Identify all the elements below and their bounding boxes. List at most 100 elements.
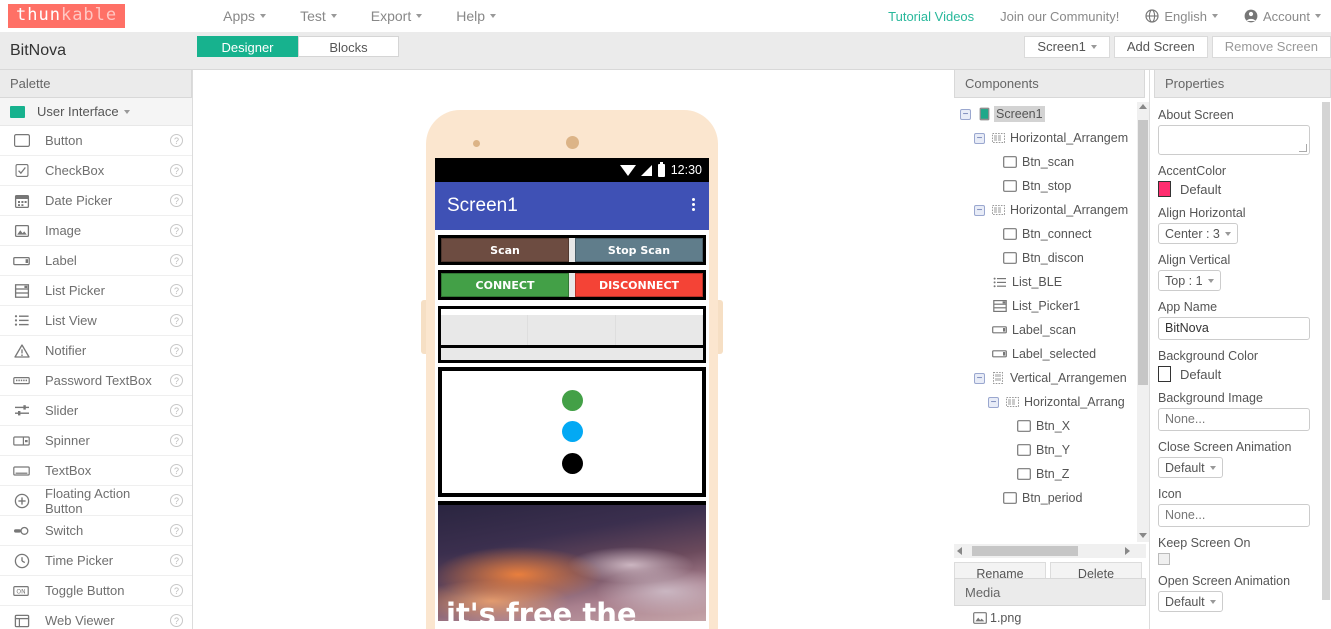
expander-icon[interactable]: − [988, 396, 999, 408]
menu-export[interactable]: Export [371, 8, 423, 24]
tree-item-btn-discon[interactable]: Btn_discon [954, 246, 1146, 270]
language-selector[interactable]: English [1145, 9, 1219, 24]
horizontal-arrangement-2[interactable]: CONNECT DISCONNECT [438, 270, 706, 300]
icon-input[interactable]: None... [1158, 504, 1310, 527]
tree-item-screen1[interactable]: − Screen1 [954, 102, 1146, 126]
help-icon[interactable]: ? [170, 494, 183, 507]
image-preview[interactable]: it's free the [438, 501, 706, 621]
btn-disconnect[interactable]: DISCONNECT [575, 273, 703, 297]
help-icon[interactable]: ? [170, 254, 183, 267]
align-vertical-select[interactable]: Top : 1 [1158, 270, 1221, 291]
screen-dropdown[interactable]: Screen1 [1024, 36, 1110, 58]
add-screen-button[interactable]: Add Screen [1113, 36, 1208, 58]
tab-blocks[interactable]: Blocks [298, 36, 399, 57]
thunkable-logo[interactable]: thunkable [8, 4, 126, 28]
help-icon[interactable]: ? [170, 164, 183, 177]
palette-category-user-interface[interactable]: User Interface [0, 98, 192, 126]
palette-item-floating-action-button[interactable]: Floating Action Button ? [0, 486, 192, 516]
palette-item-list-picker[interactable]: List Picker ? [0, 276, 192, 306]
accentcolor-swatch[interactable] [1158, 181, 1171, 197]
tree-item-horizontal-arrangement-1[interactable]: − Horizontal_Arrangem [954, 126, 1146, 150]
palette-item-checkbox[interactable]: CheckBox ? [0, 156, 192, 186]
help-icon[interactable]: ? [170, 434, 183, 447]
help-icon[interactable]: ? [170, 374, 183, 387]
join-community-link[interactable]: Join our Community! [1000, 9, 1119, 24]
background-image-input[interactable]: None... [1158, 408, 1310, 431]
help-icon[interactable]: ? [170, 344, 183, 357]
tree-item-btn-x[interactable]: Btn_X [954, 414, 1146, 438]
align-horizontal-select[interactable]: Center : 3 [1158, 223, 1238, 244]
remove-screen-button[interactable]: Remove Screen [1211, 36, 1331, 58]
tree-item-btn-period[interactable]: Btn_period [954, 486, 1146, 510]
btn-connect[interactable]: CONNECT [441, 273, 569, 297]
keep-screen-on-checkbox[interactable] [1158, 553, 1170, 565]
tree-item-vertical-arrangement[interactable]: − Vertical_Arrangemen [954, 366, 1146, 390]
palette-item-switch[interactable]: Switch ? [0, 516, 192, 546]
expander-icon[interactable]: − [974, 372, 985, 384]
help-icon[interactable]: ? [170, 404, 183, 417]
tree-item-horizontal-arrangement-3[interactable]: − Horizontal_Arrang [954, 390, 1146, 414]
palette-item-textbox[interactable]: TextBox ? [0, 456, 192, 486]
palette-item-slider[interactable]: Slider ? [0, 396, 192, 426]
palette-item-list-view[interactable]: List View ? [0, 306, 192, 336]
btn-scan[interactable]: Scan [441, 238, 569, 262]
help-icon[interactable]: ? [170, 464, 183, 477]
tree-item-btn-scan[interactable]: Btn_scan [954, 150, 1146, 174]
background-color-swatch[interactable] [1158, 366, 1171, 382]
btn-stop-scan[interactable]: Stop Scan [575, 238, 703, 262]
tree-horizontal-scrollbar[interactable] [954, 544, 1146, 558]
palette-item-time-picker[interactable]: Time Picker ? [0, 546, 192, 576]
help-icon[interactable]: ? [170, 554, 183, 567]
help-icon[interactable]: ? [170, 614, 183, 627]
account-menu[interactable]: Account [1244, 9, 1321, 24]
properties-scrollbar[interactable] [1322, 98, 1331, 629]
help-icon[interactable]: ? [170, 584, 183, 597]
scroll-up-icon[interactable] [1139, 104, 1147, 109]
tree-item-list-ble[interactable]: List_BLE [954, 270, 1146, 294]
menu-apps[interactable]: Apps [223, 8, 267, 24]
palette-item-date-picker[interactable]: Date Picker ? [0, 186, 192, 216]
help-icon[interactable]: ? [170, 524, 183, 537]
expander-icon[interactable]: − [960, 108, 971, 120]
help-icon[interactable]: ? [170, 284, 183, 297]
scrollbar-thumb[interactable] [1322, 102, 1330, 600]
help-icon[interactable]: ? [170, 194, 183, 207]
scrollbar-thumb[interactable] [1138, 120, 1148, 385]
palette-item-toggle-button[interactable]: ON Toggle Button ? [0, 576, 192, 606]
list-ble-preview[interactable] [438, 306, 706, 363]
tree-item-list-picker1[interactable]: List_Picker1 [954, 294, 1146, 318]
component-tree[interactable]: − Screen1 − Horizontal_Arrangem Btn_scan… [954, 102, 1146, 542]
expander-icon[interactable]: − [974, 132, 985, 144]
scroll-right-icon[interactable] [1125, 547, 1130, 555]
tree-item-label-scan[interactable]: Label_scan [954, 318, 1146, 342]
palette-item-label[interactable]: Label ? [0, 246, 192, 276]
menu-test[interactable]: Test [300, 8, 337, 24]
media-item-1png[interactable]: 1.png [972, 611, 1021, 625]
help-icon[interactable]: ? [170, 314, 183, 327]
tree-item-horizontal-arrangement-2[interactable]: − Horizontal_Arrangem [954, 198, 1146, 222]
help-icon[interactable]: ? [170, 134, 183, 147]
palette-item-notifier[interactable]: Notifier ? [0, 336, 192, 366]
tree-item-btn-connect[interactable]: Btn_connect [954, 222, 1146, 246]
about-screen-field[interactable] [1158, 125, 1310, 155]
tree-item-label-selected[interactable]: Label_selected [954, 342, 1146, 366]
scroll-left-icon[interactable] [957, 547, 962, 555]
horizontal-arrangement-1[interactable]: Scan Stop Scan [438, 235, 706, 265]
palette-item-image[interactable]: Image ? [0, 216, 192, 246]
vertical-arrangement-dots[interactable] [438, 367, 706, 497]
palette-item-button[interactable]: Button ? [0, 126, 192, 156]
scroll-down-icon[interactable] [1139, 533, 1147, 538]
tree-item-btn-y[interactable]: Btn_Y [954, 438, 1146, 462]
expander-icon[interactable]: − [974, 204, 985, 216]
open-screen-animation-select[interactable]: Default [1158, 591, 1223, 612]
scrollbar-thumb[interactable] [972, 546, 1078, 556]
tab-designer[interactable]: Designer [197, 36, 298, 57]
tree-item-btn-z[interactable]: Btn_Z [954, 462, 1146, 486]
palette-item-spinner[interactable]: Spinner ? [0, 426, 192, 456]
tree-item-btn-stop[interactable]: Btn_stop [954, 174, 1146, 198]
overflow-menu-icon[interactable] [692, 198, 695, 211]
palette-item-web-viewer[interactable]: Web Viewer ? [0, 606, 192, 629]
tutorial-videos-link[interactable]: Tutorial Videos [888, 9, 974, 24]
tree-vertical-scrollbar[interactable] [1137, 102, 1149, 542]
close-screen-animation-select[interactable]: Default [1158, 457, 1223, 478]
